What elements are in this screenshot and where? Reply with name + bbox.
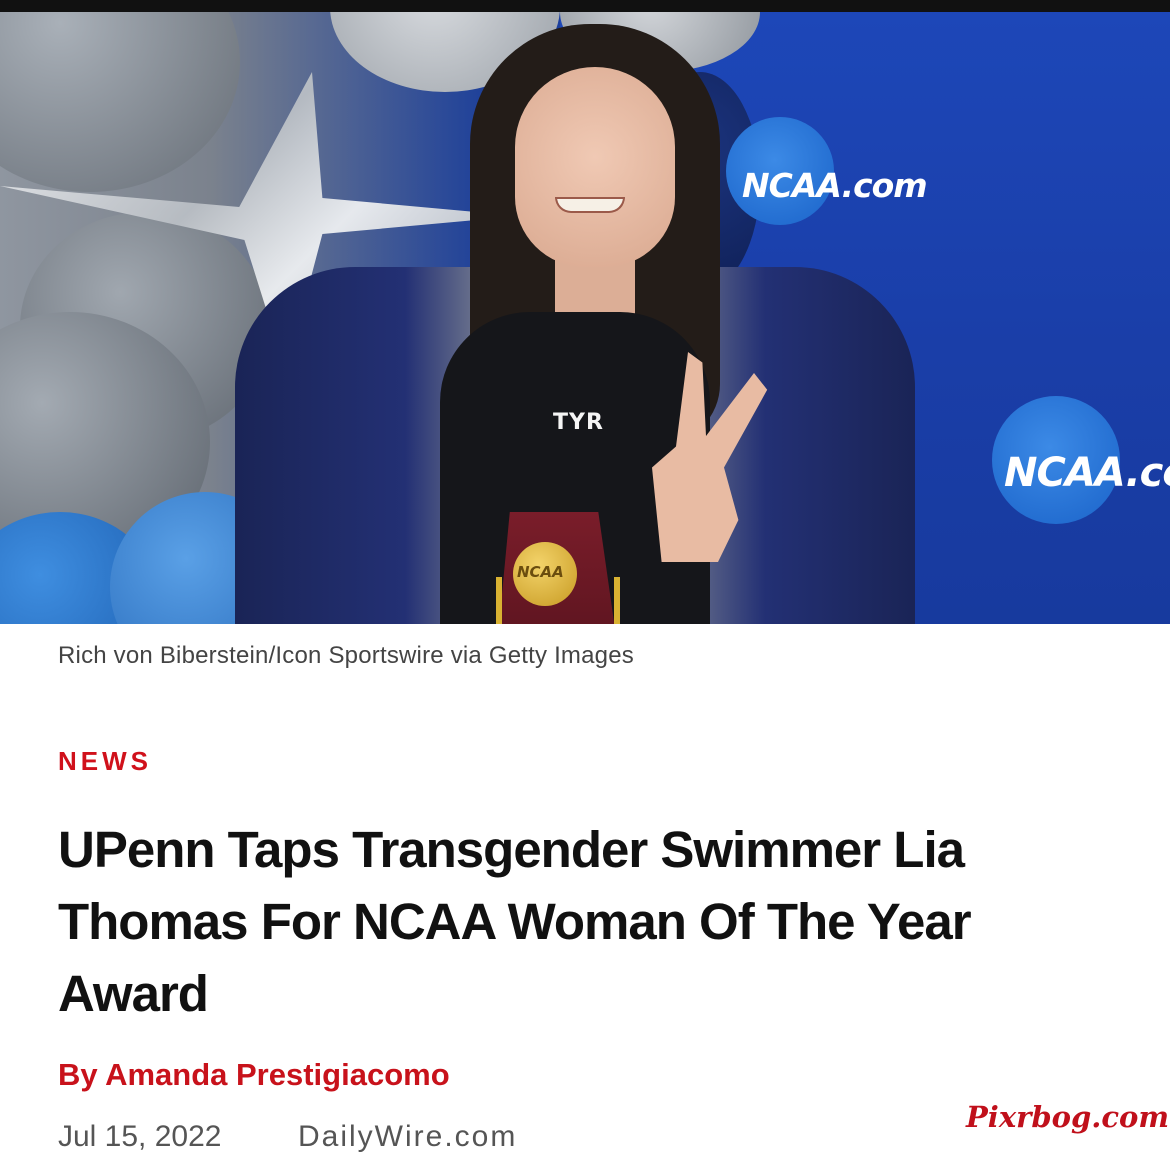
balloon: [0, 12, 240, 192]
photo-caption: Rich von Biberstein/Icon Sportswire via …: [58, 642, 634, 669]
source-label: DailyWire.com: [298, 1120, 518, 1152]
face: [515, 67, 675, 267]
publish-date: Jul 15, 2022: [58, 1120, 222, 1152]
article-headline[interactable]: UPenn Taps Transgender Swimmer Lia Thoma…: [58, 814, 1128, 1030]
article-page: NCAA.com NCAA.co TYR NCAA Rich von Biber…: [0, 0, 1170, 1152]
top-strip: [0, 0, 1170, 12]
medal-label: NCAA: [517, 563, 564, 581]
backdrop-logo-text: NCAA.co: [1004, 450, 1170, 496]
hero-image[interactable]: NCAA.com NCAA.co TYR NCAA: [0, 12, 1170, 624]
backdrop-logo-text: NCAA.com: [742, 166, 928, 205]
smile: [555, 197, 625, 213]
suit-brand-label: TYR: [553, 410, 604, 435]
watermark: Pixrbog.com: [966, 1100, 1170, 1134]
author-byline[interactable]: By Amanda Prestigiacomo: [58, 1057, 450, 1093]
section-label[interactable]: NEWS: [58, 746, 152, 777]
